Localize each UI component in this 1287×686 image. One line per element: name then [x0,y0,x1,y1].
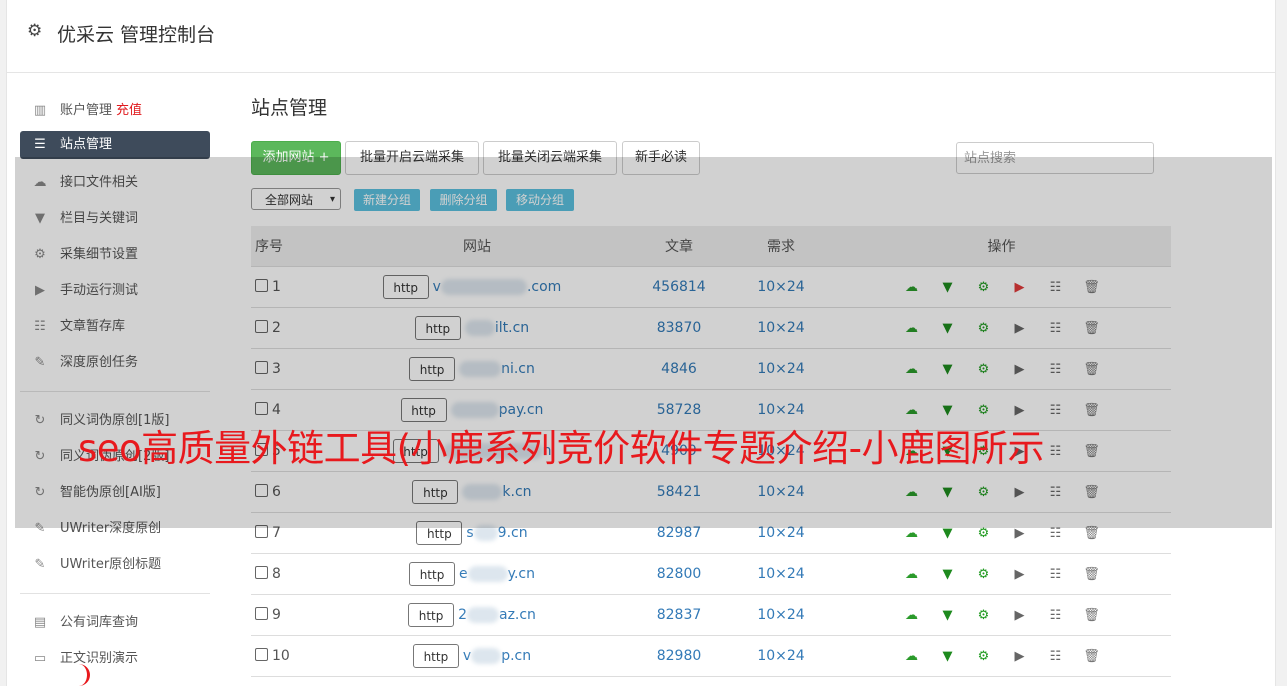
table-row: 8 http e y.cn 82800 10×24 ☁ ▼ ⚙ ▶ ☷ 🗑 [251,553,1171,595]
gears-icon[interactable]: ⚙ [966,526,1002,541]
domain-suffix: y.cn [507,566,535,582]
book-icon: ▤ [33,615,47,630]
row-number: 10 [272,648,290,664]
redacted-blur [471,648,502,664]
articles-cell[interactable]: 82800 [628,553,730,595]
cloud-upload-icon[interactable]: ☁ [894,649,930,664]
gears-icon[interactable]: ⚙ [966,649,1002,664]
top-bar: ⚙ 优采云 管理控制台 [7,0,1275,73]
sidebar-item-text-recognition[interactable]: ▭ 正文识别演示 [20,641,210,677]
recharge-link[interactable]: 充值 [116,103,142,118]
demand-cell[interactable]: 10×24 [730,635,832,677]
row-checkbox[interactable] [255,648,268,661]
filter-icon[interactable]: ▼ [930,567,966,582]
gears-icon[interactable]: ⚙ [966,567,1002,582]
sidebar-item-public-lexicon[interactable]: ▤ 公有词库查询 [20,605,210,641]
demand-cell[interactable]: 10×24 [730,594,832,636]
database-icon[interactable]: ☷ [1038,526,1074,541]
domain-suffix: p.cn [501,648,532,664]
sidebar-item-sites[interactable]: ☰ 站点管理 [20,131,210,159]
domain-prefix: e [459,566,468,582]
actions-cell: ☁ ▼ ⚙ ▶ ☷ 🗑 [832,553,1171,595]
sidebar-item-label: 公有词库查询 [60,615,139,630]
site-domain[interactable]: e y.cn [459,566,535,582]
sidebar-item-label: 正文识别演示 [60,651,139,666]
database-icon[interactable]: ☷ [1038,608,1074,623]
app-title: 优采云 管理控制台 [57,24,216,46]
gears-icon[interactable]: ⚙ [966,608,1002,623]
page-title: 站点管理 [251,97,328,119]
row-checkbox[interactable] [255,607,268,620]
protocol-badge: http [408,603,455,627]
filter-icon[interactable]: ▼ [930,526,966,541]
site-cell: http 2 az.cn [326,594,628,636]
server-icon: ☰ [34,137,46,152]
redacted-blur [467,566,508,582]
domain-suffix: az.cn [498,607,536,623]
site-domain[interactable]: v p.cn [463,648,531,664]
row-number: 9 [272,607,281,623]
database-icon[interactable]: ☷ [1038,649,1074,664]
play-circle-icon[interactable]: ▶ [1002,608,1038,623]
demand-cell[interactable]: 10×24 [730,553,832,595]
trash-icon[interactable]: 🗑 [1074,649,1110,664]
trash-icon[interactable]: 🗑 [1074,608,1110,623]
sidebar-item-label: UWriter原创标题 [60,557,162,572]
protocol-badge: http [409,562,456,586]
bar-chart-icon: ▥ [33,103,47,118]
gear-icon[interactable]: ⚙ [27,22,45,40]
sidebar-item-uwriter-title[interactable]: ✎ UWriter原创标题 [20,547,210,583]
sidebar-divider [20,593,210,594]
actions-cell: ☁ ▼ ⚙ ▶ ☷ 🗑 [832,635,1171,677]
filter-icon[interactable]: ▼ [930,649,966,664]
domain-prefix: 2 [458,607,467,623]
cloud-upload-icon[interactable]: ☁ [894,608,930,623]
play-circle-icon[interactable]: ▶ [1002,567,1038,582]
screenshot-overlay [15,157,1272,528]
row-number-cell: 10 [251,635,326,677]
database-icon[interactable]: ☷ [1038,567,1074,582]
overlay-caption: seo高质量外链工具(小鹿系列竞价软件专题介绍-小鹿图所示 [78,427,1044,470]
cloud-upload-icon[interactable]: ☁ [894,567,930,582]
redacted-blur [466,607,499,623]
row-number: 8 [272,566,281,582]
row-number-cell: 9 [251,594,326,636]
site-domain[interactable]: 2 az.cn [458,607,536,623]
trash-icon[interactable]: 🗑 [1074,567,1110,582]
articles-cell[interactable]: 82837 [628,594,730,636]
trash-icon[interactable]: 🗑 [1074,526,1110,541]
cloud-upload-icon[interactable]: ☁ [894,526,930,541]
play-circle-icon[interactable]: ▶ [1002,526,1038,541]
filter-icon[interactable]: ▼ [930,608,966,623]
play-circle-icon[interactable]: ▶ [1002,649,1038,664]
sidebar-item-label: 账户管理 [60,103,113,118]
site-cell: http e y.cn [326,553,628,595]
site-cell: http v p.cn [326,635,628,677]
actions-cell: ☁ ▼ ⚙ ▶ ☷ 🗑 [832,594,1171,636]
sidebar-item-account[interactable]: ▥ 账户管理 充值 [20,93,210,129]
edit-icon: ✎ [34,557,46,572]
table-row: 10 http v p.cn 82980 10×24 ☁ ▼ ⚙ ▶ ☷ 🗑 [251,635,1171,677]
domain-prefix: v [462,648,472,664]
row-checkbox[interactable] [255,566,268,579]
sidebar-item-label: 站点管理 [60,137,113,152]
row-number-cell: 8 [251,553,326,595]
main-content: 站点管理 添加网站 + 批量开启云端采集 批量关闭云端采集 新手必读 站点搜索 … [244,93,1171,677]
articles-cell[interactable]: 82980 [628,635,730,677]
monitor-icon: ▭ [33,651,47,666]
protocol-badge: http [412,644,459,668]
table-row: 9 http 2 az.cn 82837 10×24 ☁ ▼ ⚙ ▶ ☷ 🗑 [251,594,1171,636]
